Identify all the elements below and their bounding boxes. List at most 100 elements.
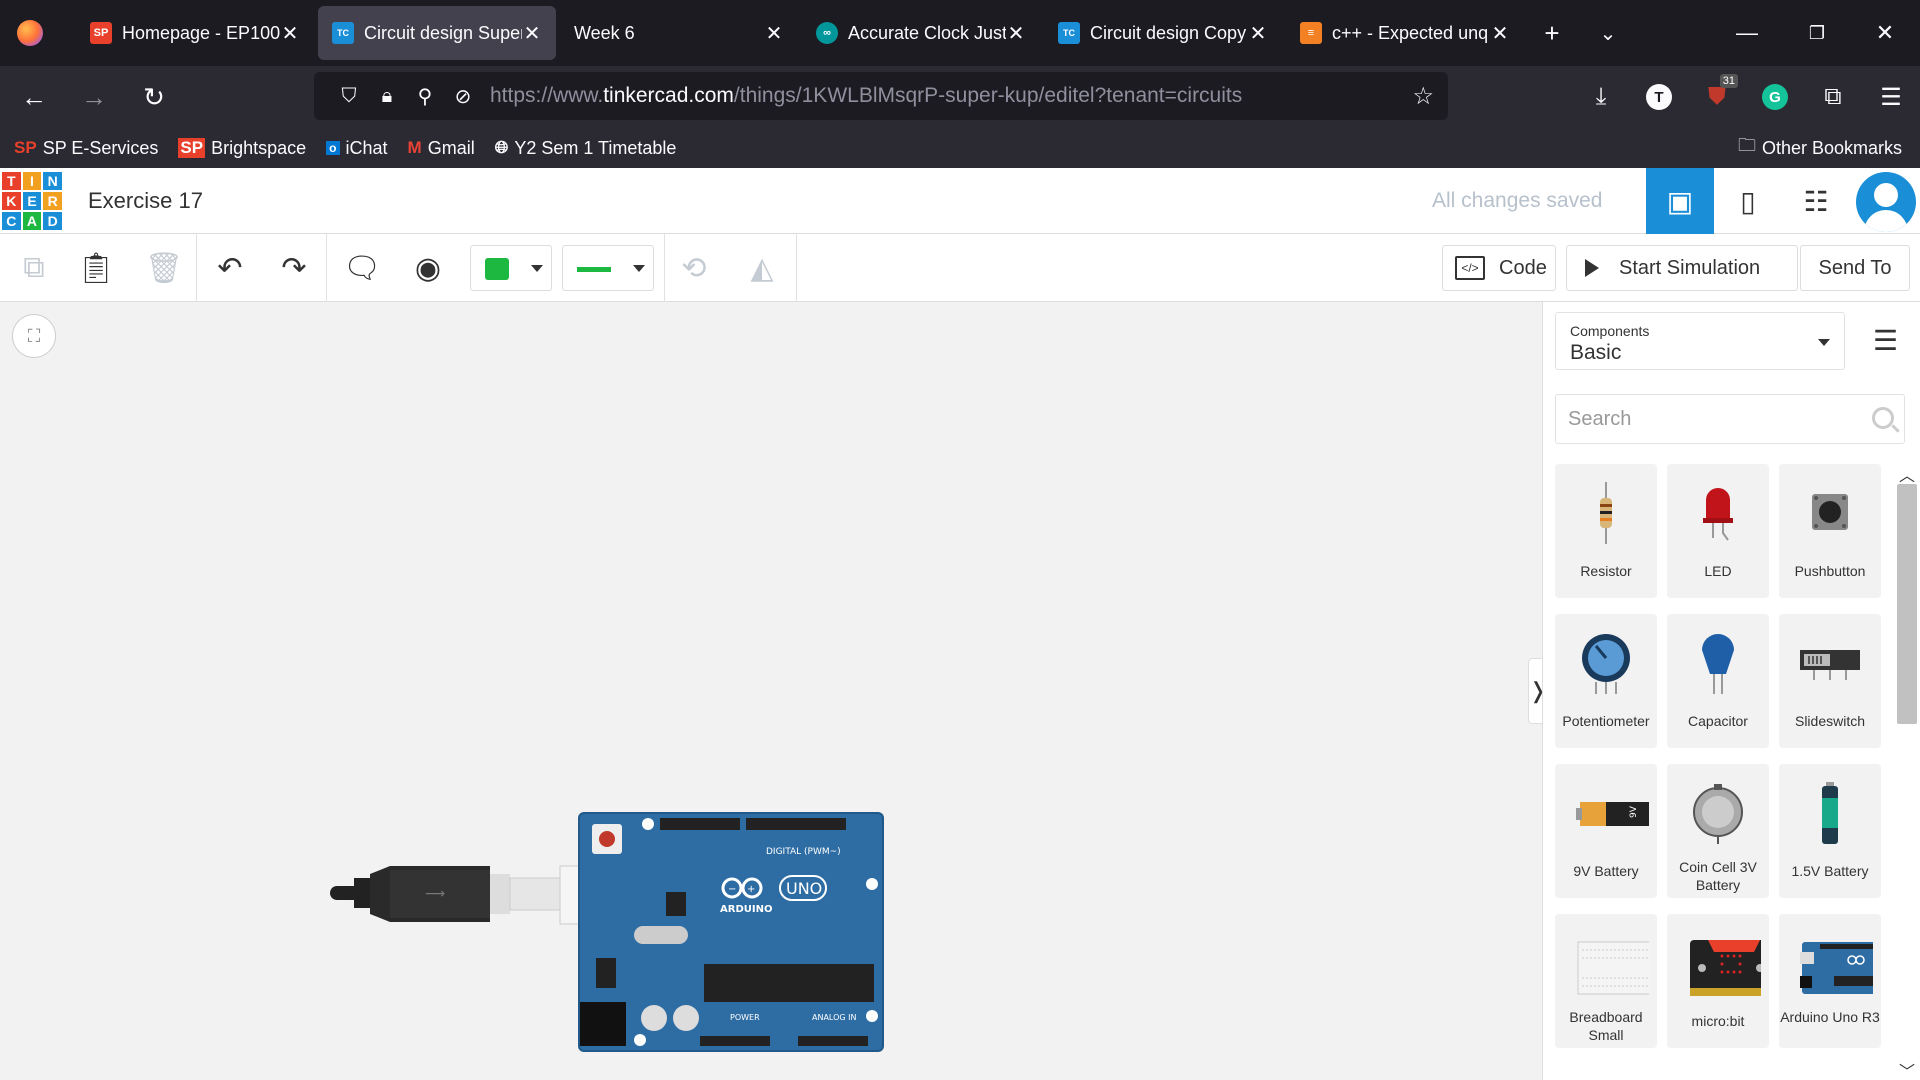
close-tab-icon[interactable]: ✕ [522,21,542,46]
view-eye-icon[interactable]: ◉ [404,244,452,292]
component-list-view-icon[interactable]: ☷ [1782,168,1850,234]
design-title[interactable]: Exercise 17 [88,188,203,214]
arduino-uno-board[interactable]: DIGITAL (PWM~) − + UNO ARDUINO POWER ANA… [566,812,884,1052]
digital-label: DIGITAL (PWM~) [766,847,841,857]
user-avatar[interactable] [1856,172,1916,232]
start-simulation-button[interactable]: Start Simulation [1566,245,1798,291]
component-slideswitch[interactable]: Slideswitch [1779,614,1881,748]
account-t-icon[interactable]: T [1630,66,1688,128]
components-dropdown-label: Components [1570,323,1650,339]
analog-label: ANALOG IN [812,1013,857,1022]
code-button[interactable]: </> Code [1442,245,1556,291]
paste-icon[interactable]: 📋︎ [72,244,120,292]
send-to-button[interactable]: Send To [1800,245,1910,291]
tinkercad-logo[interactable]: TIN KER CAD [2,172,62,230]
zoom-to-fit-icon[interactable]: ⛶ [12,314,56,358]
tab-list-chevron-down-icon[interactable]: ⌄ [1580,6,1636,60]
close-tab-icon[interactable]: ✕ [764,21,784,46]
hamburger-menu-icon[interactable]: ☰ [1862,66,1920,128]
tracking-blocked-icon[interactable]: ⊘ [444,84,482,109]
lock-icon[interactable]: 🔒︎ [368,85,406,108]
tab-accurate-clock[interactable]: ∞ Accurate Clock Just ✕ [802,6,1040,60]
logo-letter-tile: I [22,172,42,190]
other-bookmarks[interactable]: 🗀 Other Bookmarks [1738,128,1902,168]
wire-type-picker[interactable] [562,245,654,291]
downloads-icon[interactable]: ⤓ [1572,66,1630,128]
logo-letter-tile: T [2,172,21,190]
component-1-5v-battery[interactable]: 1.5V Battery [1779,764,1881,898]
component-pushbutton[interactable]: Pushbutton [1779,464,1881,598]
potentiometer-icon [1582,634,1630,694]
extensions-puzzle-icon[interactable]: ⧉ [1804,66,1862,128]
notes-icon[interactable]: 🗨︎ [338,244,386,292]
list-view-icon[interactable]: ☰ [1873,326,1903,356]
minimize-icon[interactable]: — [1712,0,1782,66]
component-coin-cell-battery[interactable]: Coin Cell 3V Battery [1667,764,1769,898]
component-capacitor[interactable]: Capacitor [1667,614,1769,748]
component-led[interactable]: LED [1667,464,1769,598]
uno-label: UNO [786,879,822,898]
bookmark-ichat[interactable]: o iChat [326,138,388,159]
9v-battery-icon: 9V [1576,802,1649,826]
flip-icon[interactable]: ◭ [738,244,786,292]
close-tab-icon[interactable]: ✕ [1006,21,1026,46]
tab-stackoverflow[interactable]: ≡ c++ - Expected unq ✕ [1286,6,1524,60]
microbit-icon [1690,940,1761,996]
arduino-uno-icon [1800,942,1873,994]
shield-icon[interactable]: ⛉ [330,85,368,108]
close-window-icon[interactable]: ✕ [1850,0,1920,66]
bookmark-brightspace[interactable]: SP Brightspace [178,138,306,159]
forward-arrow-icon[interactable]: → [68,75,120,119]
tab-circuit-design-super[interactable]: TC Circuit design Super ✕ [318,6,556,60]
redo-icon[interactable]: ↷ [270,244,318,292]
permissions-icon[interactable]: ⚲ [406,84,444,109]
circuit-canvas[interactable]: ⛶ ❭ ⟶ DIGITAL (PWM~) − + UNO ARDUINO POW… [0,302,1548,1080]
tab-week-6[interactable]: Week 6 ✕ [560,6,798,60]
component-resistor[interactable]: Resistor [1555,464,1657,598]
components-dropdown[interactable]: Components Basic [1555,312,1845,370]
component-9v-battery[interactable]: 9V 9V Battery [1555,764,1657,898]
delete-trash-icon[interactable]: 🗑︎ [140,244,188,292]
arduino-brand-label: ARDUINO [720,904,772,915]
component-potentiometer[interactable]: Potentiometer [1555,614,1657,748]
bookmark-sp-e-services[interactable]: SP SP E-Services [14,138,158,159]
back-arrow-icon[interactable]: ← [8,75,60,119]
circuit-view-icon[interactable]: ▣ [1646,168,1714,234]
color-picker[interactable] [470,245,552,291]
bookmark-star-icon[interactable]: ☆ [1412,82,1434,111]
grammarly-extension-icon[interactable]: G [1746,66,1804,128]
component-arduino-uno-r3[interactable]: Arduino Uno R3 [1779,914,1881,1048]
panel-scrollbar[interactable]: ︿ ﹀ [1893,462,1920,1080]
logo-letter-tile: E [22,192,42,210]
capacitor-icon [1702,634,1734,694]
close-tab-icon[interactable]: ✕ [1490,21,1510,46]
editor-toolbar: ⧉ 📋︎ 🗑︎ ↶ ↷ 🗨︎ ◉ ⟲ ◭ </> Code Start Simul… [0,234,1920,302]
component-search-input[interactable]: Search [1555,394,1905,444]
scrollbar-thumb[interactable] [1897,484,1917,724]
search-icon[interactable] [1872,407,1894,429]
undo-icon[interactable]: ↶ [206,244,254,292]
logo-letter-tile: R [43,192,62,210]
bookmark-gmail[interactable]: M Gmail [408,138,475,159]
scroll-up-chevron-icon[interactable]: ︿ [1899,462,1915,486]
close-tab-icon[interactable]: ✕ [280,21,300,46]
bookmark-timetable[interactable]: 🌐︎ Y2 Sem 1 Timetable [495,138,677,159]
tab-homepage[interactable]: SP Homepage - EP100( ✕ [76,6,314,60]
tab-circuit-design-copy[interactable]: TC Circuit design Copy ✕ [1044,6,1282,60]
firefox-menu-icon[interactable] [0,0,60,66]
ublock-extension-icon[interactable]: ⛊ 31 [1688,66,1746,128]
schematic-view-icon[interactable]: ▯ [1714,168,1782,234]
tab-title: Accurate Clock Just [848,22,1006,43]
svg-text:⟶: ⟶ [425,886,445,902]
new-tab-plus-icon[interactable]: + [1524,6,1580,60]
reload-icon[interactable]: ↻ [128,75,180,119]
restore-icon[interactable]: ❐ [1782,0,1852,66]
url-text[interactable]: https://www.tinkercad.com/things/1KWLBlM… [490,84,1242,108]
component-microbit[interactable]: micro:bit [1667,914,1769,1048]
close-tab-icon[interactable]: ✕ [1248,21,1268,46]
rotate-icon[interactable]: ⟲ [670,244,718,292]
component-breadboard-small[interactable]: Breadboard Small [1555,914,1657,1048]
scroll-down-chevron-icon[interactable]: ﹀ [1899,1058,1915,1080]
url-bar[interactable]: ⛉ 🔒︎ ⚲ ⊘ https://www.tinkercad.com/thing… [314,72,1448,120]
copy-icon[interactable]: ⧉ [10,244,58,292]
